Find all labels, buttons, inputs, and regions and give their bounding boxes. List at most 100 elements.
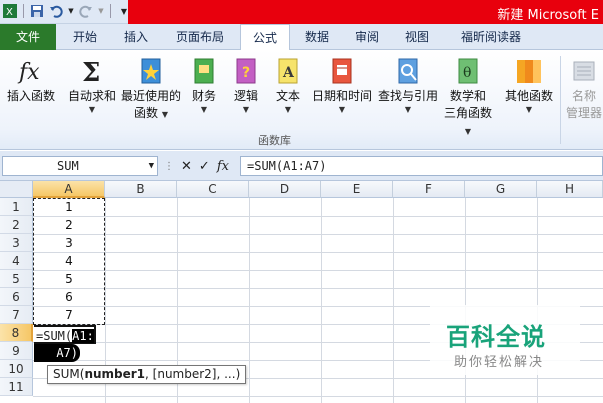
gridline xyxy=(33,234,603,235)
gridline xyxy=(33,396,603,397)
column-header-d[interactable]: D xyxy=(249,181,321,198)
insert-function-button[interactable]: fx 插入函数 xyxy=(4,56,58,105)
row-header-1[interactable]: 1 xyxy=(0,198,33,216)
svg-text:Σ: Σ xyxy=(82,58,100,86)
text-dropdown-icon: ▼ xyxy=(284,105,292,114)
watermark-subtitle: 助你轻松解决 xyxy=(454,355,545,370)
range-reference-end: A7 xyxy=(56,346,71,360)
text-button[interactable]: A 文本 ▼ xyxy=(270,56,306,115)
tab-home[interactable]: 开始 xyxy=(60,24,110,50)
quick-access-toolbar: X ▼ ▼ ▼ xyxy=(2,3,132,19)
autosum-button[interactable]: Σ 自动求和 ▼ xyxy=(64,56,120,115)
math-trig-button[interactable]: θ 数学和 三角函数 ▼ xyxy=(440,56,496,139)
tab-insert[interactable]: 插入 xyxy=(112,24,160,50)
row-header-7[interactable]: 7 xyxy=(0,306,33,324)
tab-file[interactable]: 文件 xyxy=(0,24,56,50)
formula-input[interactable]: =SUM(A1:A7) xyxy=(240,156,603,176)
select-all-corner[interactable] xyxy=(0,181,33,198)
tab-data[interactable]: 数据 xyxy=(294,24,340,50)
name-box-dropdown-icon[interactable]: ▼ xyxy=(149,157,154,175)
date-time-button[interactable]: 日期和时间 ▼ xyxy=(310,56,374,115)
enter-icon[interactable]: ✓ xyxy=(199,159,210,174)
row-header-4[interactable]: 4 xyxy=(0,252,33,270)
row-header-3[interactable]: 3 xyxy=(0,234,33,252)
column-header-h[interactable]: H xyxy=(537,181,603,198)
fx-icon: fx xyxy=(16,56,46,86)
watermark-logo: 百科全说 助你轻松解决 xyxy=(430,305,580,375)
name-box[interactable]: SUM ▼ xyxy=(2,156,158,176)
more-functions-button[interactable]: 其他函数 ▼ xyxy=(500,56,558,115)
gridline xyxy=(33,270,603,271)
title-bar: X ▼ ▼ ▼ 新建 Microsoft E xyxy=(0,0,603,24)
column-header-e[interactable]: E xyxy=(321,181,393,198)
tab-view[interactable]: 视图 xyxy=(394,24,440,50)
formula-buttons: ⋮ ✕ ✓ fx xyxy=(164,156,229,176)
insert-function-icon[interactable]: fx xyxy=(217,159,229,174)
ribbon-tabs: 文件 开始 插入 页面布局 公式 数据 审阅 视图 福昕阅读器 xyxy=(0,24,603,51)
function-library-group-label: 函数库 xyxy=(258,134,291,147)
tab-foxit-reader[interactable]: 福昕阅读器 xyxy=(446,24,536,50)
gridline xyxy=(321,198,322,403)
qat-separator xyxy=(110,4,111,18)
undo-icon[interactable] xyxy=(48,3,64,19)
svg-text:θ: θ xyxy=(463,65,471,81)
logical-button[interactable]: ? 逻辑 ▼ xyxy=(228,56,264,115)
range-reference-start: A1: xyxy=(72,329,94,343)
column-header-b[interactable]: B xyxy=(105,181,177,198)
redo-dropdown-icon[interactable]: ▼ xyxy=(97,3,105,19)
tab-formulas[interactable]: 公式 xyxy=(240,24,290,51)
calendar-book-icon xyxy=(327,56,357,86)
watermark-title: 百科全说 xyxy=(446,323,546,351)
function-argument-tooltip[interactable]: SUM(number1, [number2], ...) xyxy=(47,365,247,384)
qat-separator xyxy=(23,4,24,18)
financial-button[interactable]: 财务 ▼ xyxy=(186,56,222,115)
autosum-dropdown-icon: ▼ xyxy=(88,105,96,114)
tooltip-current-argument: number1 xyxy=(84,367,146,381)
magnifier-book-icon xyxy=(393,56,423,86)
column-header-g[interactable]: G xyxy=(465,181,537,198)
theta-book-icon: θ xyxy=(453,56,483,86)
row-header-6[interactable]: 6 xyxy=(0,288,33,306)
text-book-icon: A xyxy=(273,56,303,86)
tab-review[interactable]: 审阅 xyxy=(344,24,390,50)
logic-book-icon: ? xyxy=(231,56,261,86)
row-header-11[interactable]: 11 xyxy=(0,378,33,396)
cancel-icon[interactable]: ✕ xyxy=(181,159,192,174)
column-header-f[interactable]: F xyxy=(393,181,465,198)
gridline xyxy=(33,252,603,253)
name-manager-button[interactable]: 名称 管理器 xyxy=(562,56,603,122)
row-header-5[interactable]: 5 xyxy=(0,270,33,288)
more-books-icon xyxy=(514,56,544,86)
formula-bar-handle-icon: ⋮ xyxy=(164,160,174,172)
finance-book-icon xyxy=(189,56,219,86)
row-header-10[interactable]: 10 xyxy=(0,360,33,378)
row-header-8[interactable]: 8 xyxy=(0,324,33,342)
row-header-2[interactable]: 2 xyxy=(0,216,33,234)
recently-used-button[interactable]: 最近使用的 函数 ▼ xyxy=(120,56,182,122)
date-time-dropdown-icon: ▼ xyxy=(338,105,346,114)
cell-a8-editor[interactable]: =SUM(A1: xyxy=(34,325,96,344)
cell-a8-editor-overflow[interactable]: A7) xyxy=(34,344,80,362)
row-header-9[interactable]: 9 xyxy=(0,342,33,360)
undo-dropdown-icon[interactable]: ▼ xyxy=(67,3,75,19)
logical-dropdown-icon: ▼ xyxy=(242,105,250,114)
lookup-reference-button[interactable]: 查找与引用 ▼ xyxy=(376,56,440,115)
redo-icon[interactable] xyxy=(78,3,94,19)
column-header-a[interactable]: A xyxy=(33,181,105,198)
svg-text:fx: fx xyxy=(17,60,40,85)
lookup-reference-dropdown-icon: ▼ xyxy=(404,105,412,114)
svg-text:A: A xyxy=(282,65,295,81)
excel-logo-icon[interactable]: X xyxy=(2,3,18,19)
save-icon[interactable] xyxy=(29,3,45,19)
gridline xyxy=(33,216,603,217)
financial-dropdown-icon: ▼ xyxy=(200,105,208,114)
name-manager-icon xyxy=(569,56,599,86)
more-functions-dropdown-icon: ▼ xyxy=(525,105,533,114)
sigma-icon: Σ xyxy=(77,56,107,86)
tab-page-layout[interactable]: 页面布局 xyxy=(164,24,236,50)
column-header-c[interactable]: C xyxy=(177,181,249,198)
recently-used-dropdown-icon: ▼ xyxy=(161,110,168,119)
math-trig-dropdown-icon: ▼ xyxy=(464,127,472,136)
ribbon-group-separator xyxy=(560,56,561,144)
formula-bar: SUM ▼ ⋮ ✕ ✓ fx =SUM(A1:A7) xyxy=(0,151,603,181)
